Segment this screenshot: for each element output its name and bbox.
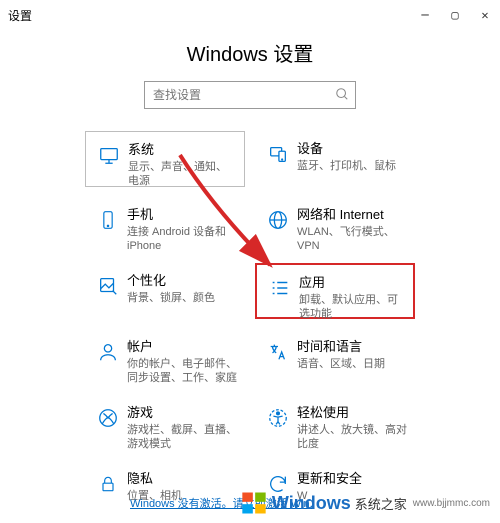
windows-logo-icon bbox=[240, 489, 268, 517]
display-icon bbox=[94, 142, 124, 166]
titlebar: 设置 ─ ▢ ✕ bbox=[0, 0, 500, 30]
tile-title: 个性化 bbox=[127, 273, 237, 289]
watermark-brand: Windows bbox=[272, 493, 351, 514]
tile-desc: 蓝牙、打印机、鼠标 bbox=[297, 159, 407, 173]
tile-devices[interactable]: 设备蓝牙、打印机、鼠标 bbox=[255, 131, 415, 187]
watermark-url: www.bjjmmc.com bbox=[413, 498, 490, 509]
tile-desc: 显示、声音、通知、电源 bbox=[128, 160, 236, 189]
tile-time-language[interactable]: 时间和语言语音、区域、日期 bbox=[255, 329, 415, 385]
watermark-suffix: 系统之家 bbox=[355, 494, 407, 513]
tile-desc: WLAN、飞行模式、VPN bbox=[297, 225, 407, 254]
settings-grid: 系统显示、声音、通知、电源 设备蓝牙、打印机、鼠标 手机连接 Android 设… bbox=[0, 131, 500, 517]
tile-ease-of-access[interactable]: 轻松使用讲述人、放大镜、高对比度 bbox=[255, 395, 415, 451]
globe-icon bbox=[263, 207, 293, 231]
apps-icon bbox=[265, 275, 295, 299]
tile-title: 网络和 Internet bbox=[297, 207, 407, 223]
tile-desc: 讲述人、放大镜、高对比度 bbox=[297, 423, 407, 452]
tile-title: 手机 bbox=[127, 207, 237, 223]
search-box[interactable] bbox=[144, 81, 356, 109]
language-icon bbox=[263, 339, 293, 363]
tile-phone[interactable]: 手机连接 Android 设备和 iPhone bbox=[85, 197, 245, 253]
watermark: Windows 系统之家 www.bjjmmc.com bbox=[240, 489, 490, 517]
tile-desc: 游戏栏、截屏、直播、游戏模式 bbox=[127, 423, 237, 452]
tile-personalization[interactable]: 个性化背景、锁屏、颜色 bbox=[85, 263, 245, 319]
minimize-button[interactable]: ─ bbox=[410, 0, 440, 30]
tile-title: 隐私 bbox=[127, 471, 237, 487]
maximize-button[interactable]: ▢ bbox=[440, 0, 470, 30]
devices-icon bbox=[263, 141, 293, 165]
tile-network[interactable]: 网络和 Internet WLAN、飞行模式、VPN bbox=[255, 197, 415, 253]
search-icon bbox=[335, 87, 349, 101]
phone-icon bbox=[93, 207, 123, 231]
lock-icon bbox=[93, 471, 123, 495]
tile-title: 系统 bbox=[128, 142, 236, 158]
person-icon bbox=[93, 339, 123, 363]
tile-title: 应用 bbox=[299, 275, 405, 291]
paint-icon bbox=[93, 273, 123, 297]
tile-title: 时间和语言 bbox=[297, 339, 407, 355]
tile-title: 更新和安全 bbox=[297, 471, 407, 487]
tile-title: 设备 bbox=[297, 141, 407, 157]
tile-title: 帐户 bbox=[127, 339, 237, 355]
xbox-icon bbox=[93, 405, 123, 429]
tile-gaming[interactable]: 游戏游戏栏、截屏、直播、游戏模式 bbox=[85, 395, 245, 451]
tile-title: 轻松使用 bbox=[297, 405, 407, 421]
tile-title: 游戏 bbox=[127, 405, 237, 421]
tile-desc: 卸载、默认应用、可选功能 bbox=[299, 293, 405, 322]
tile-desc: 背景、锁屏、颜色 bbox=[127, 291, 237, 305]
tile-desc: 你的帐户、电子邮件、同步设置、工作、家庭 bbox=[127, 357, 237, 386]
search-input[interactable] bbox=[145, 88, 355, 102]
tile-desc: 连接 Android 设备和 iPhone bbox=[127, 225, 237, 254]
tile-apps[interactable]: 应用卸载、默认应用、可选功能 bbox=[255, 263, 415, 319]
tile-system[interactable]: 系统显示、声音、通知、电源 bbox=[85, 131, 245, 187]
tile-accounts[interactable]: 帐户你的帐户、电子邮件、同步设置、工作、家庭 bbox=[85, 329, 245, 385]
accessibility-icon bbox=[263, 405, 293, 429]
close-button[interactable]: ✕ bbox=[470, 0, 500, 30]
page-title: Windows 设置 bbox=[0, 38, 500, 67]
tile-desc: 语音、区域、日期 bbox=[297, 357, 407, 371]
window-title: 设置 bbox=[8, 7, 410, 24]
